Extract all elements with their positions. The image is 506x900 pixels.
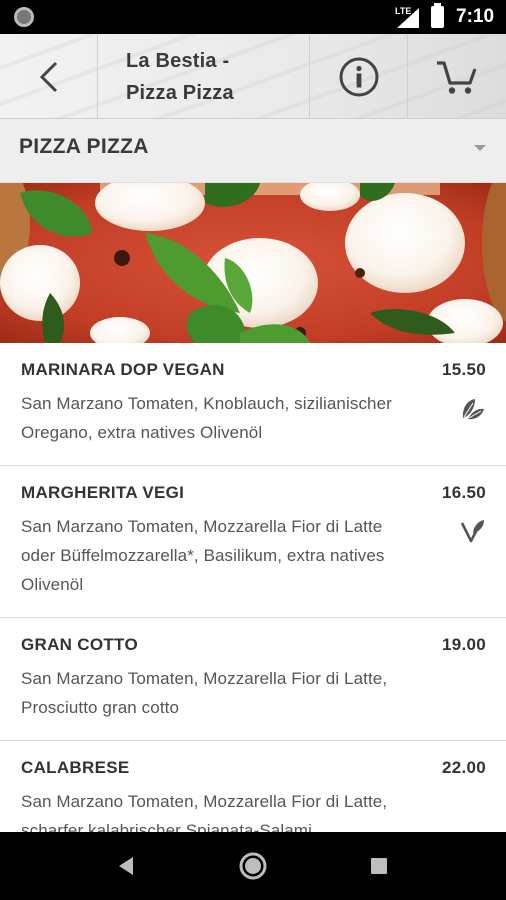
menu-item-gran-cotto[interactable]: GRAN COTTO 19.00 San Marzano Tomaten, Mo…	[0, 618, 506, 741]
triangle-back-icon	[119, 857, 133, 875]
status-bar: LTE 7:10	[0, 0, 506, 34]
chevron-left-icon	[39, 61, 57, 92]
item-description: San Marzano Tomaten, Mozzarella Fior di …	[21, 669, 388, 717]
info-button[interactable]	[310, 34, 408, 119]
nav-home-button[interactable]	[223, 832, 283, 900]
square-recents-icon	[371, 858, 387, 874]
item-description: San Marzano Tomaten, Knoblauch, sizilian…	[21, 394, 392, 442]
item-description: San Marzano Tomaten, Mozzarella Fior di …	[21, 517, 385, 594]
menu-item-margherita[interactable]: MARGHERITA VEGI 16.50 San Marzano Tomate…	[0, 466, 506, 618]
clock: 7:10	[456, 6, 495, 27]
title-line-2: Pizza Pizza	[126, 82, 234, 104]
item-price: 15.50	[441, 360, 486, 379]
battery-icon	[431, 3, 444, 28]
item-price: 22.00	[441, 758, 486, 777]
notification-icon	[14, 7, 34, 27]
signal-icon	[397, 8, 419, 28]
nav-back-button[interactable]	[96, 832, 156, 900]
pizza-image	[0, 183, 506, 343]
item-name: MARINARA DOP VEGAN	[21, 360, 225, 379]
app-header: La Bestia - Pizza Pizza	[0, 34, 506, 119]
cart-button[interactable]	[408, 34, 506, 119]
menu-list: MARINARA DOP VEGAN 15.50 San Marzano Tom…	[0, 343, 506, 832]
item-price: 16.50	[441, 483, 486, 502]
nav-recents-button[interactable]	[349, 832, 409, 900]
menu-item-calabrese[interactable]: CALABRESE 22.00 San Marzano Tomaten, Moz…	[0, 741, 506, 832]
category-dropdown[interactable]: PIZZA PIZZA	[0, 119, 506, 183]
item-name: CALABRESE	[21, 758, 130, 777]
system-nav-bar	[0, 832, 506, 900]
menu-item-marinara[interactable]: MARINARA DOP VEGAN 15.50 San Marzano Tom…	[0, 343, 506, 466]
item-description: San Marzano Tomaten, Mozzarella Fior di …	[21, 792, 388, 832]
title-line-1: La Bestia -	[126, 50, 230, 72]
dropdown-arrow-icon	[474, 145, 486, 151]
circle-home-icon	[239, 852, 267, 880]
cart-icon	[437, 60, 477, 94]
vegetarian-v-icon	[460, 520, 484, 543]
back-button[interactable]	[0, 34, 98, 119]
info-icon	[339, 57, 378, 96]
item-price: 19.00	[441, 635, 486, 654]
category-hero-image	[0, 183, 506, 343]
vegan-leaves-icon	[462, 399, 484, 420]
item-name: GRAN COTTO	[21, 635, 138, 654]
category-label: PIZZA PIZZA	[19, 135, 149, 158]
restaurant-title: La Bestia - Pizza Pizza	[98, 34, 310, 119]
item-name: MARGHERITA VEGI	[21, 483, 185, 502]
